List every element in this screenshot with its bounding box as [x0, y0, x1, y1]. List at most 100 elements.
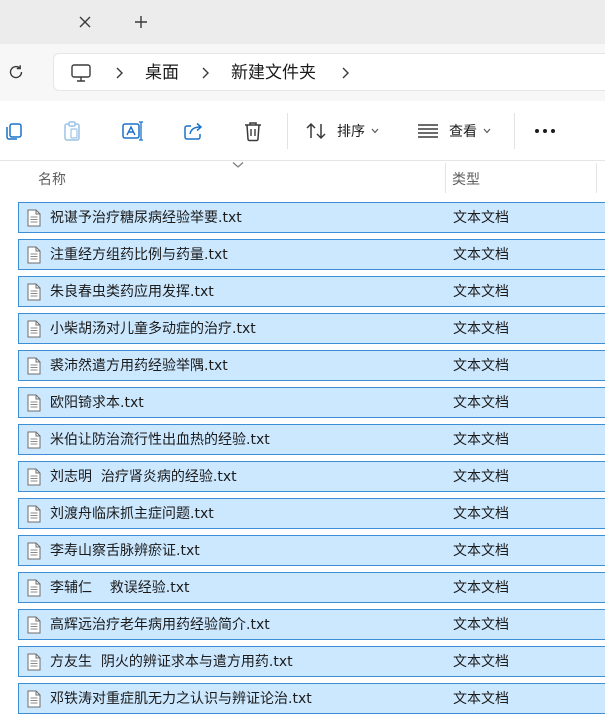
text-file-icon: [27, 468, 41, 486]
file-type: 文本文档: [453, 321, 509, 337]
chevron-right-icon[interactable]: [112, 64, 126, 82]
file-type: 文本文档: [453, 210, 509, 226]
file-row[interactable]: 刘渡舟临床抓主症问题.txt 文本文档: [18, 498, 605, 529]
refresh-button[interactable]: [2, 58, 30, 86]
file-name: 欧阳锜求本.txt: [50, 395, 144, 411]
file-name: 李寿山察舌脉辨瘀证.txt: [50, 543, 200, 559]
file-row[interactable]: 李寿山察舌脉辨瘀证.txt 文本文档: [18, 535, 605, 566]
breadcrumb-desktop[interactable]: 桌面: [145, 62, 179, 84]
sort-label: 排序: [337, 124, 365, 140]
text-file-icon: [27, 357, 41, 375]
file-name: 米伯让防治流行性出血热的经验.txt: [50, 432, 270, 448]
file-name: 祝谌予治疗糖尿病经验举要.txt: [50, 210, 242, 226]
file-row[interactable]: 欧阳锜求本.txt 文本文档: [18, 387, 605, 418]
column-divider[interactable]: [596, 163, 597, 193]
file-name: 刘志明 治疗肾炎病的经验.txt: [50, 469, 237, 485]
text-file-icon: [27, 616, 41, 634]
rename-icon: [122, 121, 143, 141]
file-name: 小柴胡汤对儿童多动症的治疗.txt: [50, 321, 256, 337]
text-file-icon: [27, 505, 41, 523]
file-type: 文本文档: [453, 654, 509, 670]
file-row[interactable]: 米伯让防治流行性出血热的经验.txt 文本文档: [18, 424, 605, 455]
copy-button[interactable]: [4, 119, 24, 143]
new-tab-button[interactable]: [126, 8, 156, 36]
more-options-button[interactable]: [534, 119, 556, 143]
file-name: 方友生 阴火的辨证求本与遣方用药.txt: [50, 654, 293, 670]
paste-button[interactable]: [62, 119, 82, 143]
column-type-header[interactable]: 类型: [452, 169, 480, 189]
trash-icon: [245, 122, 261, 142]
text-file-icon: [27, 394, 41, 412]
computer-icon: [71, 64, 91, 82]
column-header-row: 名称 类型: [0, 161, 605, 195]
rename-button[interactable]: [122, 119, 144, 143]
text-file-icon: [27, 246, 41, 264]
file-name: 李辅仁 救误经验.txt: [50, 580, 190, 596]
delete-button[interactable]: [243, 119, 263, 143]
file-name: 裘沛然遣方用药经验举隅.txt: [50, 358, 228, 374]
chevron-right-icon[interactable]: [198, 64, 212, 82]
close-tab-button[interactable]: [70, 8, 100, 36]
address-bar[interactable]: 桌面 新建文件夹: [53, 53, 605, 91]
chevron-right-icon[interactable]: [338, 64, 352, 82]
text-file-icon: [27, 431, 41, 449]
file-row[interactable]: 李辅仁 救误经验.txt 文本文档: [18, 572, 605, 603]
toolbar-divider: [287, 113, 288, 149]
file-type: 文本文档: [453, 506, 509, 522]
toolbar-divider: [514, 113, 515, 149]
file-row[interactable]: 刘志明 治疗肾炎病的经验.txt 文本文档: [18, 461, 605, 492]
file-row[interactable]: 裘沛然遣方用药经验举隅.txt 文本文档: [18, 350, 605, 381]
file-type: 文本文档: [453, 580, 509, 596]
chevron-down-icon: [483, 128, 491, 134]
file-row[interactable]: 邓铁涛对重症肌无力之认识与辨证论治.txt 文本文档: [18, 683, 605, 714]
text-file-icon: [27, 542, 41, 560]
text-file-icon: [27, 690, 41, 708]
close-icon: [79, 16, 91, 28]
paste-icon: [64, 121, 80, 141]
file-name: 邓铁涛对重症肌无力之认识与辨证论治.txt: [50, 691, 312, 707]
text-file-icon: [27, 579, 41, 597]
file-type: 文本文档: [453, 617, 509, 633]
view-button[interactable]: 查看: [417, 119, 491, 143]
text-file-icon: [27, 320, 41, 338]
file-type: 文本文档: [453, 432, 509, 448]
text-file-icon: [27, 209, 41, 227]
chevron-down-icon: [371, 128, 379, 134]
file-name: 朱良春虫类药应用发挥.txt: [50, 284, 214, 300]
tab-strip: [0, 0, 605, 44]
sort-indicator-icon: [232, 162, 244, 168]
view-label: 查看: [449, 124, 477, 140]
file-name: 注重经方组药比例与药量.txt: [50, 247, 228, 263]
sort-icon: [306, 122, 326, 140]
file-name: 刘渡舟临床抓主症问题.txt: [50, 506, 214, 522]
share-button[interactable]: [183, 119, 205, 143]
address-row: 桌面 新建文件夹: [0, 44, 605, 101]
file-type: 文本文档: [453, 247, 509, 263]
file-row[interactable]: 朱良春虫类药应用发挥.txt 文本文档: [18, 276, 605, 307]
breadcrumb-new-folder[interactable]: 新建文件夹: [231, 62, 316, 84]
file-type: 文本文档: [453, 691, 509, 707]
plus-icon: [135, 16, 147, 28]
sort-button[interactable]: 排序: [305, 119, 379, 143]
file-type: 文本文档: [453, 469, 509, 485]
refresh-icon: [9, 65, 23, 79]
command-bar: 排序 查看: [0, 101, 605, 161]
file-type: 文本文档: [453, 543, 509, 559]
file-row[interactable]: 高辉远治疗老年病用药经验简介.txt 文本文档: [18, 609, 605, 640]
list-view-icon: [418, 124, 438, 138]
file-name: 高辉远治疗老年病用药经验简介.txt: [50, 617, 270, 633]
file-type: 文本文档: [453, 358, 509, 374]
file-type: 文本文档: [453, 284, 509, 300]
file-row[interactable]: 注重经方组药比例与药量.txt 文本文档: [18, 239, 605, 270]
file-row[interactable]: 祝谌予治疗糖尿病经验举要.txt 文本文档: [18, 202, 605, 233]
file-row[interactable]: 方友生 阴火的辨证求本与遣方用药.txt 文本文档: [18, 646, 605, 677]
file-row[interactable]: 小柴胡汤对儿童多动症的治疗.txt 文本文档: [18, 313, 605, 344]
column-divider[interactable]: [445, 163, 446, 193]
more-icon: [535, 129, 555, 133]
share-icon: [184, 122, 203, 140]
file-type: 文本文档: [453, 395, 509, 411]
text-file-icon: [27, 283, 41, 301]
column-name-header[interactable]: 名称: [38, 169, 66, 189]
text-file-icon: [27, 653, 41, 671]
copy-icon: [6, 123, 22, 140]
